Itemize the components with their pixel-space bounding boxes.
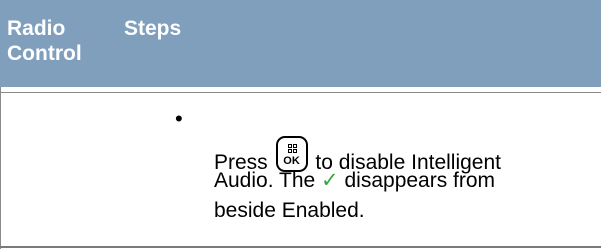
row-divider — [0, 92, 601, 93]
header-radio-control-line1: Radio — [7, 17, 66, 40]
step-instruction: Press OK to disable Intelligent Audio. T… — [214, 136, 594, 226]
ok-key-label: OK — [283, 155, 300, 167]
step-text-audio: Audio. The — [214, 169, 316, 192]
procedure-table: Radio Control Steps • Press OK to disabl… — [0, 0, 601, 249]
row-bottom-border — [0, 246, 601, 248]
header-radio-control: Radio Control — [7, 16, 82, 66]
check-mark-icon: ✓ — [321, 169, 339, 192]
header-steps: Steps — [124, 17, 182, 40]
bullet: • — [175, 106, 183, 131]
step-line-2: Audio. The ✓ disappears from — [214, 166, 594, 196]
menu-grid-icon — [287, 144, 298, 154]
row-left-border — [0, 87, 1, 249]
step-text-disappears: disappears from — [344, 169, 496, 192]
header-radio-control-line2: Control — [7, 42, 82, 65]
step-line-3: beside Enabled. — [214, 199, 365, 222]
step-line-1: Press OK to disable Intelligent — [214, 136, 594, 174]
ok-key-icon: OK — [275, 136, 308, 172]
table-header: Radio Control Steps — [0, 0, 601, 87]
